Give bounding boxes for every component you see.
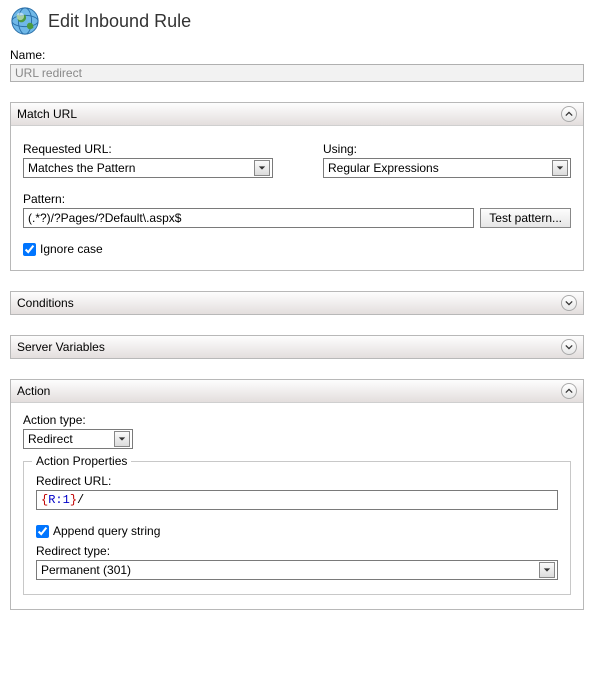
expand-icon[interactable] [561,339,577,355]
redirect-type-value: Permanent (301) [41,563,131,577]
append-query-label: Append query string [53,524,160,538]
server-variables-title: Server Variables [17,340,105,354]
server-variables-header[interactable]: Server Variables [11,336,583,358]
server-variables-section: Server Variables [10,335,584,359]
action-type-select[interactable]: Redirect [23,429,133,449]
dropdown-arrow-icon [552,160,568,176]
using-value: Regular Expressions [328,161,439,175]
expand-icon[interactable] [561,295,577,311]
action-title: Action [17,384,50,398]
using-label: Using: [323,142,571,156]
dropdown-arrow-icon [539,562,555,578]
redirect-url-backref: R:1 [48,493,70,507]
requested-url-value: Matches the Pattern [28,161,135,175]
match-url-section: Match URL Requested URL: Matches the Pat… [10,102,584,271]
redirect-url-brace-open: { [41,493,48,507]
rule-name-input [10,64,584,82]
using-select[interactable]: Regular Expressions [323,158,571,178]
match-url-title: Match URL [17,107,77,121]
append-query-input[interactable] [36,525,49,538]
pattern-input[interactable] [23,208,474,228]
action-section: Action Action type: Redirect Action Prop… [10,379,584,610]
redirect-type-label: Redirect type: [36,544,558,558]
conditions-header[interactable]: Conditions [11,292,583,314]
collapse-icon[interactable] [561,106,577,122]
page-header: Edit Inbound Rule [10,4,584,42]
action-properties-legend: Action Properties [32,454,131,468]
ignore-case-label: Ignore case [40,242,103,256]
requested-url-label: Requested URL: [23,142,273,156]
dropdown-arrow-icon [114,431,130,447]
action-type-value: Redirect [28,432,73,446]
test-pattern-button[interactable]: Test pattern... [480,208,571,228]
ignore-case-input[interactable] [23,243,36,256]
collapse-icon[interactable] [561,383,577,399]
redirect-url-label: Redirect URL: [36,474,558,488]
globe-icon [10,6,40,36]
dropdown-arrow-icon [254,160,270,176]
conditions-title: Conditions [17,296,74,310]
page-title: Edit Inbound Rule [48,11,191,32]
conditions-section: Conditions [10,291,584,315]
ignore-case-checkbox[interactable]: Ignore case [23,242,571,256]
name-label: Name: [10,48,584,62]
redirect-url-brace-close: } [70,493,77,507]
redirect-url-tail: / [77,493,84,507]
redirect-type-select[interactable]: Permanent (301) [36,560,558,580]
requested-url-select[interactable]: Matches the Pattern [23,158,273,178]
append-query-checkbox[interactable]: Append query string [36,524,558,538]
action-type-label: Action type: [23,413,571,427]
redirect-url-input[interactable]: {R:1}/ [36,490,558,510]
pattern-label: Pattern: [23,192,571,206]
match-url-header[interactable]: Match URL [11,103,583,126]
action-properties-group: Action Properties Redirect URL: {R:1}/ A… [23,461,571,595]
action-header[interactable]: Action [11,380,583,403]
